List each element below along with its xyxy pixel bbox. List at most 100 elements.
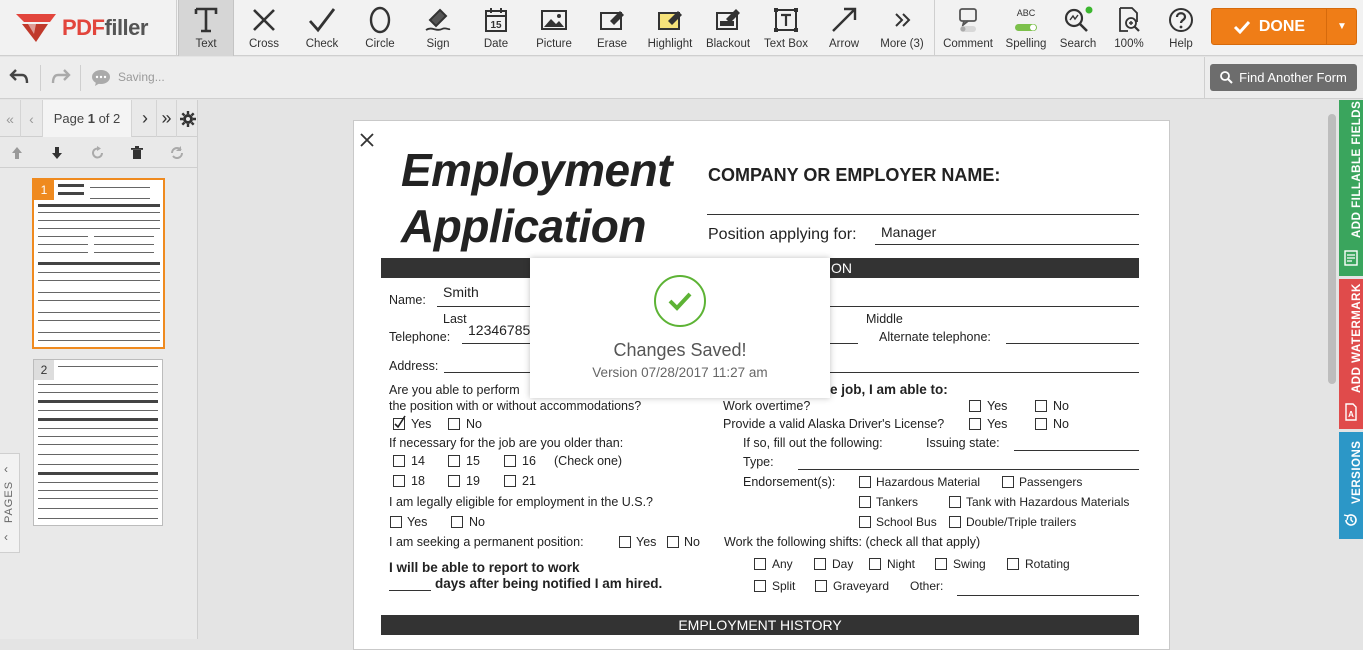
endorsement-checkbox[interactable] (1002, 476, 1014, 488)
delete-page-button[interactable] (126, 138, 148, 168)
shift-checkbox[interactable] (814, 558, 826, 570)
tool-erase-label: Erase (596, 38, 628, 50)
page-settings-button[interactable] (176, 100, 198, 137)
shift-checkbox[interactable] (754, 580, 766, 592)
scrollbar-thumb[interactable] (1328, 114, 1336, 384)
redo-button[interactable] (50, 67, 72, 92)
shift-checkbox[interactable] (1007, 558, 1019, 570)
eligible-yes-checkbox[interactable] (390, 516, 402, 528)
position-field-line (875, 244, 1139, 245)
shift-checkbox[interactable] (935, 558, 947, 570)
endorsement-checkbox[interactable] (859, 496, 871, 508)
endorsement-label: Hazardous Material (876, 475, 981, 489)
endorsement-checkbox[interactable] (859, 476, 871, 488)
overtime-yes-checkbox[interactable] (969, 400, 981, 412)
close-icon[interactable] (360, 133, 374, 152)
tool-more[interactable]: More (3) (875, 0, 929, 56)
tool-erase[interactable]: Erase (585, 0, 639, 56)
tool-search[interactable]: Search (1052, 0, 1104, 56)
position-value[interactable]: Manager (881, 224, 936, 240)
overtime-no-checkbox[interactable] (1035, 400, 1047, 412)
endorsement-checkbox[interactable] (859, 516, 871, 528)
shift-checkbox[interactable] (815, 580, 827, 592)
tool-circle[interactable]: Circle (353, 0, 407, 56)
document-scrollbar[interactable] (1325, 100, 1339, 639)
fillable-fields-icon (1344, 250, 1358, 269)
yes-label: Yes (411, 417, 432, 431)
license-yes-checkbox[interactable] (969, 418, 981, 430)
shift-checkbox[interactable] (754, 558, 766, 570)
first-page-button[interactable]: « (0, 100, 20, 137)
age-label: 14 (411, 454, 425, 468)
page-label-of: of (98, 111, 110, 126)
page-thumbnail-1[interactable]: 1 (32, 178, 165, 349)
endorsement-checkbox[interactable] (949, 516, 961, 528)
tool-blackout[interactable]: Blackout (701, 0, 755, 56)
shift-label: Rotating (1025, 557, 1070, 571)
telephone-value[interactable]: 12346785 (468, 322, 530, 338)
tool-spelling[interactable]: ABC Spelling (998, 0, 1054, 56)
tool-check[interactable]: Check (295, 0, 349, 56)
done-dropdown[interactable]: ▼ (1326, 9, 1357, 44)
permanent-no-checkbox[interactable] (667, 536, 679, 548)
move-page-up-button[interactable] (6, 138, 28, 168)
move-page-down-button[interactable] (46, 138, 68, 168)
age-checkbox[interactable] (393, 455, 405, 467)
arrow-up-icon (12, 147, 22, 159)
age-checkbox[interactable] (393, 475, 405, 487)
last-page-button[interactable]: » (156, 100, 176, 137)
tool-help[interactable]: Help (1156, 0, 1206, 56)
tool-cross[interactable]: Cross (237, 0, 291, 56)
permanent-label: I am seeking a permanent position: (389, 535, 584, 549)
age-checkbox[interactable] (448, 475, 460, 487)
versions-tab[interactable]: VERSIONS (1339, 432, 1363, 539)
section-band-employment-history: EMPLOYMENT HISTORY (381, 615, 1139, 635)
tool-highlight[interactable]: Highlight (643, 0, 697, 56)
done-button[interactable]: DONE ▼ (1211, 8, 1357, 45)
tool-sign[interactable]: Sign (411, 0, 465, 56)
document-title-line2: Application (401, 200, 646, 252)
next-page-button[interactable]: › (134, 100, 156, 137)
done-main[interactable]: DONE (1212, 9, 1326, 44)
chevron-left-icon: ‹ (4, 462, 8, 476)
tool-text[interactable]: Text (178, 0, 234, 56)
rotate-page-button[interactable] (87, 138, 109, 168)
prev-page-button[interactable]: ‹ (20, 100, 42, 137)
perform-yes-checkbox[interactable] (393, 415, 406, 430)
eligible-no-checkbox[interactable] (451, 516, 463, 528)
license-no-checkbox[interactable] (1035, 418, 1047, 430)
svg-text:A: A (1348, 410, 1354, 419)
name-value[interactable]: Smith (443, 284, 479, 300)
pages-side-tab[interactable]: ‹ PAGES ‹ (0, 453, 20, 553)
age-label: 16 (522, 454, 536, 468)
shift-checkbox[interactable] (869, 558, 881, 570)
refresh-page-button[interactable] (166, 138, 188, 168)
perform-no-checkbox[interactable] (448, 418, 460, 430)
age-checkbox[interactable] (448, 455, 460, 467)
circle-icon (368, 6, 392, 34)
age-checkbox[interactable] (504, 455, 516, 467)
no-label: No (469, 515, 485, 529)
tool-comment[interactable]: Comment (940, 0, 996, 56)
add-watermark-tab[interactable]: ADD WATERMARK A (1339, 279, 1363, 429)
page-thumbnail-2[interactable]: 2 (33, 359, 163, 526)
age-checkbox[interactable] (504, 475, 516, 487)
add-fillable-fields-tab[interactable]: ADD FILLABLE FIELDS (1339, 100, 1363, 276)
older-than-label: If necessary for the job are you older t… (389, 436, 624, 450)
tool-date[interactable]: 15 Date (469, 0, 523, 56)
zoom-icon (1116, 6, 1142, 34)
secondary-toolbar: Saving... Find Another Form (0, 57, 1363, 99)
tool-zoom[interactable]: 100% (1104, 0, 1154, 56)
tool-picture[interactable]: Picture (527, 0, 581, 56)
tool-textbox[interactable]: Text Box (759, 0, 813, 56)
pdffiller-logo[interactable]: PDFfiller (0, 0, 176, 56)
endorsement-checkbox[interactable] (949, 496, 961, 508)
shift-label: Any (772, 557, 793, 571)
history-icon (1343, 512, 1359, 531)
find-another-form-button[interactable]: Find Another Form (1210, 64, 1357, 91)
undo-button[interactable] (8, 67, 30, 92)
tool-arrow[interactable]: Arrow (817, 0, 871, 56)
permanent-yes-checkbox[interactable] (619, 536, 631, 548)
age-label: 19 (466, 474, 480, 488)
shift-label: Split (772, 579, 796, 593)
